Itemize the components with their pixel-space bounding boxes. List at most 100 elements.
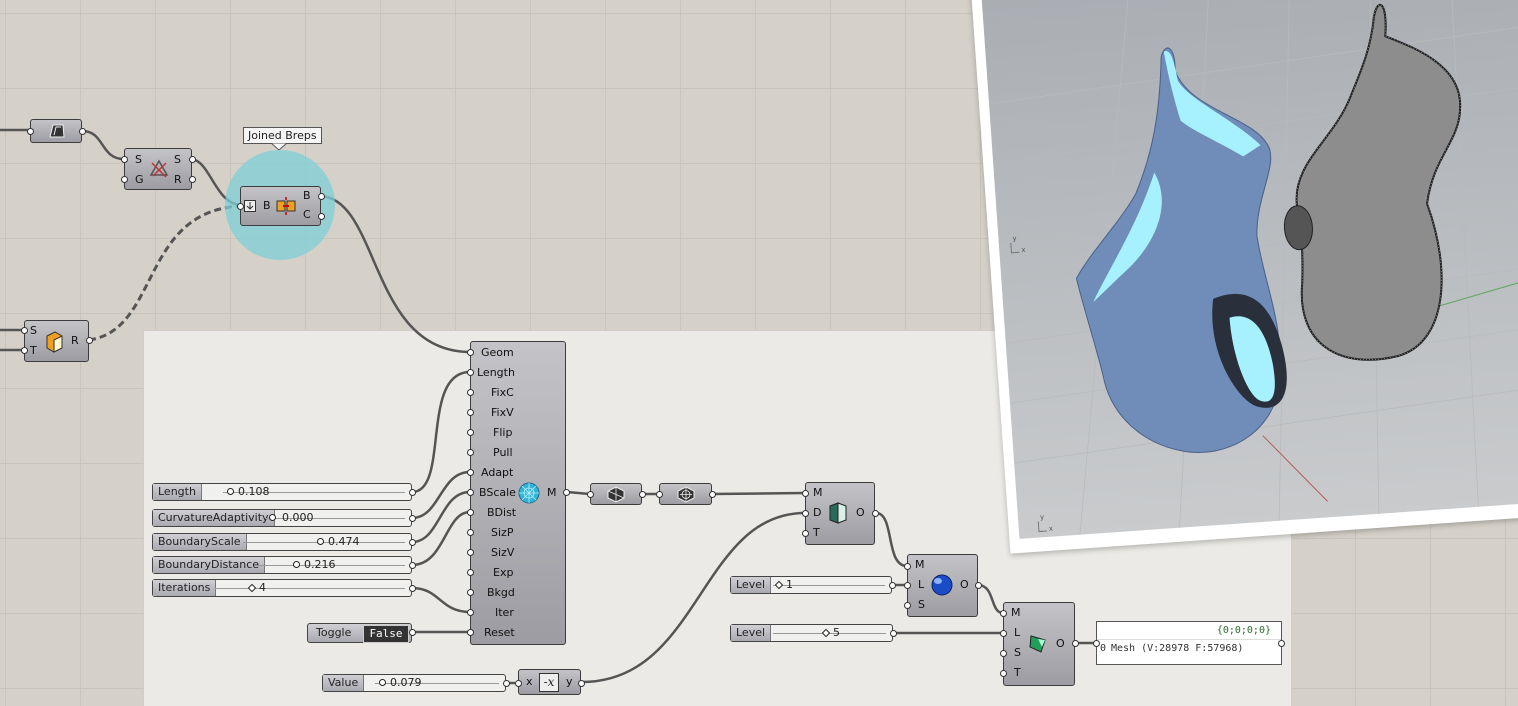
remesh-component[interactable]: Geom Length FixC FixV Flip Pull Adapt BS… bbox=[470, 341, 566, 645]
port-dot[interactable] bbox=[802, 490, 809, 497]
port-dot[interactable] bbox=[802, 510, 809, 517]
mesh-parameter-node[interactable] bbox=[590, 483, 642, 505]
panel-path: {0;0;0;0} bbox=[1097, 622, 1281, 640]
port-dot[interactable] bbox=[467, 469, 474, 476]
port-dot[interactable] bbox=[467, 489, 474, 496]
port-dot[interactable] bbox=[409, 539, 416, 546]
slider-knob[interactable] bbox=[317, 538, 324, 545]
port-dot[interactable] bbox=[587, 491, 594, 498]
port-dot[interactable] bbox=[1000, 610, 1007, 617]
slider-knob[interactable] bbox=[247, 583, 257, 593]
port-dot[interactable] bbox=[409, 585, 416, 592]
port-dot[interactable] bbox=[21, 347, 28, 354]
port-label: R bbox=[71, 334, 79, 347]
port-dot[interactable] bbox=[467, 429, 474, 436]
port-dot[interactable] bbox=[890, 630, 897, 637]
join-breps-component[interactable]: B B C bbox=[240, 186, 321, 226]
slider-knob[interactable] bbox=[379, 679, 386, 686]
port-dot[interactable] bbox=[409, 515, 416, 522]
boundary-distance-slider[interactable]: BoundaryDistance 0.216 bbox=[152, 556, 412, 574]
port-dot[interactable] bbox=[872, 510, 879, 517]
port-dot[interactable] bbox=[318, 213, 325, 220]
slider-label: Iterations bbox=[153, 580, 217, 596]
boolean-toggle[interactable]: Toggle False bbox=[307, 623, 412, 643]
slider-knob[interactable] bbox=[821, 628, 831, 638]
port-dot[interactable] bbox=[467, 509, 474, 516]
port-dot[interactable] bbox=[467, 609, 474, 616]
slider-knob[interactable] bbox=[774, 580, 784, 590]
port-dot[interactable] bbox=[189, 156, 196, 163]
port-dot[interactable] bbox=[515, 680, 522, 687]
port-dot[interactable] bbox=[467, 389, 474, 396]
smooth-mesh-component[interactable]: M L S T O bbox=[1003, 602, 1075, 686]
port-dot[interactable] bbox=[975, 582, 982, 589]
panel-content: Mesh (V:28978 F:57968) bbox=[1111, 643, 1244, 654]
port-dot[interactable] bbox=[467, 589, 474, 596]
iterations-slider[interactable]: Iterations 4 bbox=[152, 579, 412, 597]
port-dot[interactable] bbox=[904, 582, 911, 589]
port-dot[interactable] bbox=[79, 128, 86, 135]
port-dot[interactable] bbox=[318, 193, 325, 200]
transform-icon bbox=[149, 159, 169, 178]
slider-knob[interactable] bbox=[293, 561, 300, 568]
port-dot[interactable] bbox=[578, 680, 585, 687]
port-dot[interactable] bbox=[1000, 650, 1007, 657]
port-dot[interactable] bbox=[467, 529, 474, 536]
length-slider[interactable]: Length 0.108 bbox=[152, 483, 412, 501]
port-dot[interactable] bbox=[1278, 640, 1285, 647]
subdivision-component[interactable]: M L S O bbox=[907, 554, 978, 617]
port-dot[interactable] bbox=[802, 530, 809, 537]
port-dot[interactable] bbox=[27, 128, 34, 135]
port-dot[interactable] bbox=[639, 491, 646, 498]
port-dot[interactable] bbox=[121, 176, 128, 183]
port-dot[interactable] bbox=[1000, 630, 1007, 637]
port-dot[interactable] bbox=[904, 602, 911, 609]
port-dot[interactable] bbox=[709, 491, 716, 498]
port-dot[interactable] bbox=[189, 176, 196, 183]
level-slider-1[interactable]: Level 1 bbox=[730, 576, 892, 594]
port-dot[interactable] bbox=[467, 569, 474, 576]
curvature-adaptivity-slider[interactable]: CurvatureAdaptivity 0.000 bbox=[152, 509, 412, 527]
port-dot[interactable] bbox=[1000, 670, 1007, 677]
port-dot[interactable] bbox=[467, 629, 474, 636]
slider-label: BoundaryDistance bbox=[153, 557, 266, 573]
port-dot[interactable] bbox=[904, 563, 911, 570]
port-dot[interactable] bbox=[467, 549, 474, 556]
port-dot[interactable] bbox=[237, 203, 244, 210]
port-dot[interactable] bbox=[563, 489, 570, 496]
port-dot[interactable] bbox=[889, 582, 896, 589]
port-dot[interactable] bbox=[1072, 640, 1079, 647]
level-slider-2[interactable]: Level 5 bbox=[730, 624, 893, 642]
port-dot[interactable] bbox=[503, 680, 510, 687]
flatten-arrow-icon[interactable] bbox=[244, 200, 256, 212]
mesh-weld-node[interactable] bbox=[659, 483, 712, 505]
port-dot[interactable] bbox=[409, 489, 416, 496]
grasshopper-canvas[interactable]: S G S R Joined Breps B B C S T R Geom Le… bbox=[0, 0, 1518, 706]
port-dot[interactable] bbox=[1093, 640, 1100, 647]
smooth-icon bbox=[1029, 635, 1046, 653]
boundary-scale-slider[interactable]: BoundaryScale 0.474 bbox=[152, 533, 412, 551]
port-dot[interactable] bbox=[656, 491, 663, 498]
negative-component[interactable]: x -x y bbox=[518, 669, 581, 695]
port-dot[interactable] bbox=[21, 327, 28, 334]
toggle-state[interactable]: False bbox=[363, 625, 409, 643]
port-dot[interactable] bbox=[467, 349, 474, 356]
sweep-component[interactable]: S G S R bbox=[124, 148, 192, 190]
slider-knob[interactable] bbox=[227, 488, 234, 495]
port-label: Adapt bbox=[481, 466, 514, 479]
port-dot[interactable] bbox=[121, 156, 128, 163]
port-dot[interactable] bbox=[467, 449, 474, 456]
value-slider[interactable]: Value 0.079 bbox=[322, 674, 506, 692]
output-panel[interactable]: {0;0;0;0} 0 Mesh (V:28978 F:57968) bbox=[1096, 621, 1282, 665]
surface-parameter-node[interactable] bbox=[30, 119, 82, 143]
slider-knob[interactable] bbox=[269, 514, 276, 521]
port-label: G bbox=[135, 173, 144, 186]
port-dot[interactable] bbox=[409, 629, 416, 636]
extrude-component[interactable]: S T R bbox=[24, 320, 89, 362]
port-dot[interactable] bbox=[467, 369, 474, 376]
mesh-blob bbox=[1283, 3, 1462, 361]
deform-component[interactable]: M D T O bbox=[805, 482, 875, 545]
port-dot[interactable] bbox=[86, 337, 93, 344]
port-dot[interactable] bbox=[467, 409, 474, 416]
port-dot[interactable] bbox=[409, 562, 416, 569]
